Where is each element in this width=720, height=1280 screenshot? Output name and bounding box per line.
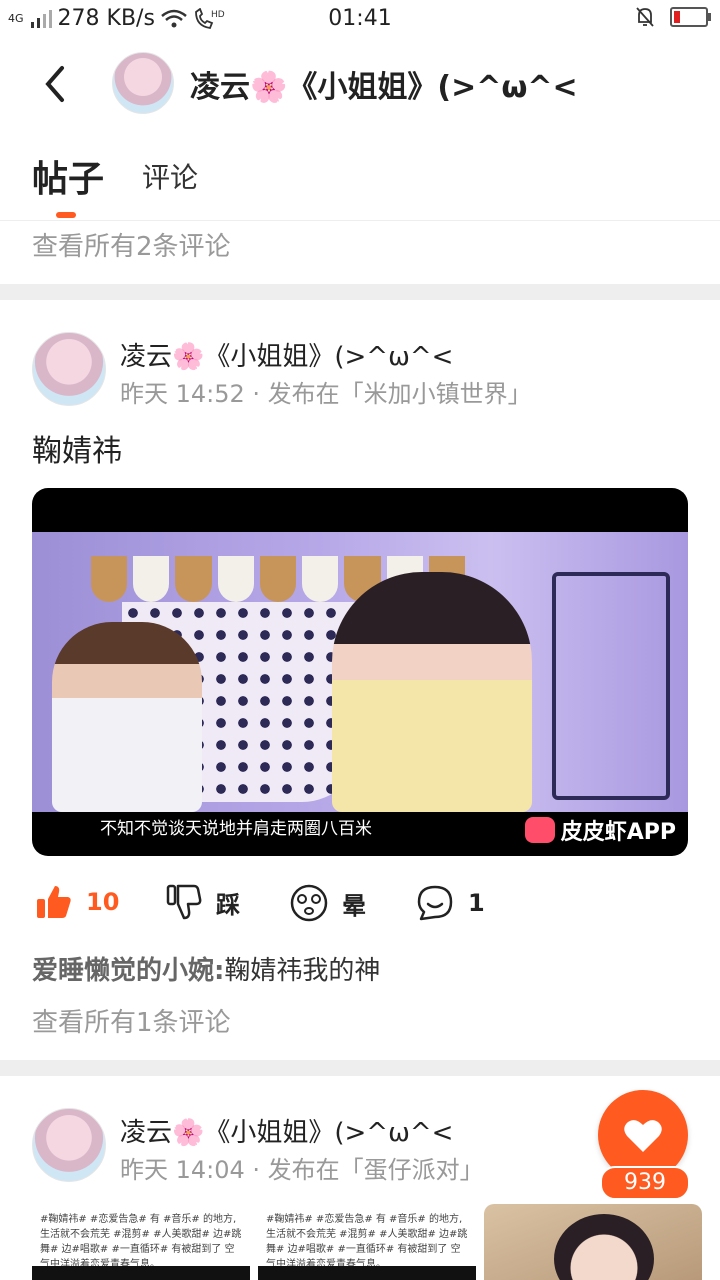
post-image-text: #鞠婧祎# #恋爱告急# 有 #音乐# 的地方, 生活就不会荒芜 #混剪# #人…: [266, 1214, 468, 1270]
header-avatar[interactable]: [112, 52, 174, 114]
video-scene-door: [552, 572, 670, 800]
heart-icon: [624, 1120, 662, 1152]
post-image-text: #鞠婧祎# #恋爱告急# 有 #音乐# 的地方, 生活就不会荒芜 #混剪# #人…: [40, 1214, 242, 1270]
post-text: 鞠婧祎: [32, 434, 122, 469]
comment-text: 鞠婧祎我的神: [224, 956, 381, 986]
comment-user[interactable]: 爱睡懒觉的小婉:: [32, 956, 224, 986]
comment-bubble-icon: [417, 885, 453, 921]
pipixia-logo-icon: [524, 817, 555, 843]
post-image-grid: #鞠婧祎# #恋爱告急# 有 #音乐# 的地方, 生活就不会荒芜 #混剪# #人…: [32, 1204, 702, 1280]
like-count: 10: [86, 888, 120, 916]
author-name[interactable]: 凌云🌸《小姐姐》(>^ω^<: [120, 1112, 453, 1149]
status-right: [634, 6, 711, 28]
author-avatar[interactable]: [32, 1108, 106, 1182]
dislike-label: 踩: [216, 890, 240, 919]
post-image-1[interactable]: #鞠婧祎# #恋爱告急# 有 #音乐# 的地方, 生活就不会荒芜 #混剪# #人…: [32, 1204, 250, 1280]
post-actions: 10 踩 晕 1: [0, 878, 720, 928]
thumbs-down-icon: [166, 884, 202, 920]
view-all-comments-link[interactable]: 查看所有1条评论: [32, 1002, 231, 1039]
watermark-text: 皮皮虾APP: [560, 820, 676, 845]
view-all-comments-link[interactable]: 查看所有2条评论: [32, 226, 231, 263]
tab-bar: 帖子 评论: [0, 140, 720, 221]
video-player[interactable]: 不知不觉谈天说地并肩走两圈八百米 皮皮虾APP: [32, 488, 688, 856]
top-comment[interactable]: 爱睡懒觉的小婉:鞠婧祎我的神: [32, 950, 380, 987]
post-separator: [0, 284, 720, 300]
thumbs-up-icon: [37, 886, 71, 918]
post-image-2[interactable]: #鞠婧祎# #恋爱告急# 有 #音乐# 的地方, 生活就不会荒芜 #混剪# #人…: [258, 1204, 476, 1280]
back-arrow-icon[interactable]: [36, 64, 76, 104]
video-subtitle: 不知不觉谈天说地并肩走两圈八百米: [100, 819, 372, 839]
post-meta: 昨天 14:52 · 发布在「米加小镇世界」: [120, 380, 532, 408]
author-name[interactable]: 凌云🌸《小姐姐》(>^ω^<: [120, 336, 453, 373]
floating-like-count: 939: [600, 1166, 690, 1200]
portrait-photo: [554, 1214, 654, 1280]
tab-comments[interactable]: 评论: [142, 156, 198, 196]
video-watermark: 皮皮虾APP: [524, 814, 676, 846]
post-separator: [0, 1060, 720, 1076]
dislike-button[interactable]: 踩: [166, 884, 240, 920]
status-time: 01:41: [328, 6, 392, 31]
author-avatar[interactable]: [32, 332, 106, 406]
dizzy-face-icon: [290, 884, 328, 922]
header-title: 凌云🌸《小姐姐》(>^ω^<: [190, 70, 578, 105]
video-frame: [32, 532, 688, 812]
video-dancer-left: [52, 622, 202, 812]
video-dancer-center: [332, 572, 532, 812]
top-bar: 凌云🌸《小姐姐》(>^ω^<: [0, 44, 720, 124]
battery-icon: [670, 7, 711, 27]
tab-active-indicator: [56, 212, 76, 218]
comment-count: 1: [468, 889, 485, 917]
status-bar: 4G 278 KB/s HD 01:41: [0, 0, 720, 40]
tab-posts[interactable]: 帖子: [32, 150, 104, 202]
post-image-video-strip: [32, 1266, 250, 1280]
post-meta: 昨天 14:04 · 发布在「蛋仔派对」: [120, 1156, 484, 1184]
post-image-3[interactable]: [484, 1204, 702, 1280]
dizzy-button[interactable]: 晕: [290, 884, 366, 922]
like-button[interactable]: 10: [36, 884, 119, 920]
mute-bell-icon: [636, 7, 654, 27]
dizzy-label: 晕: [342, 891, 366, 920]
comment-button[interactable]: 1: [416, 884, 485, 922]
post-image-video-strip: [258, 1266, 476, 1280]
